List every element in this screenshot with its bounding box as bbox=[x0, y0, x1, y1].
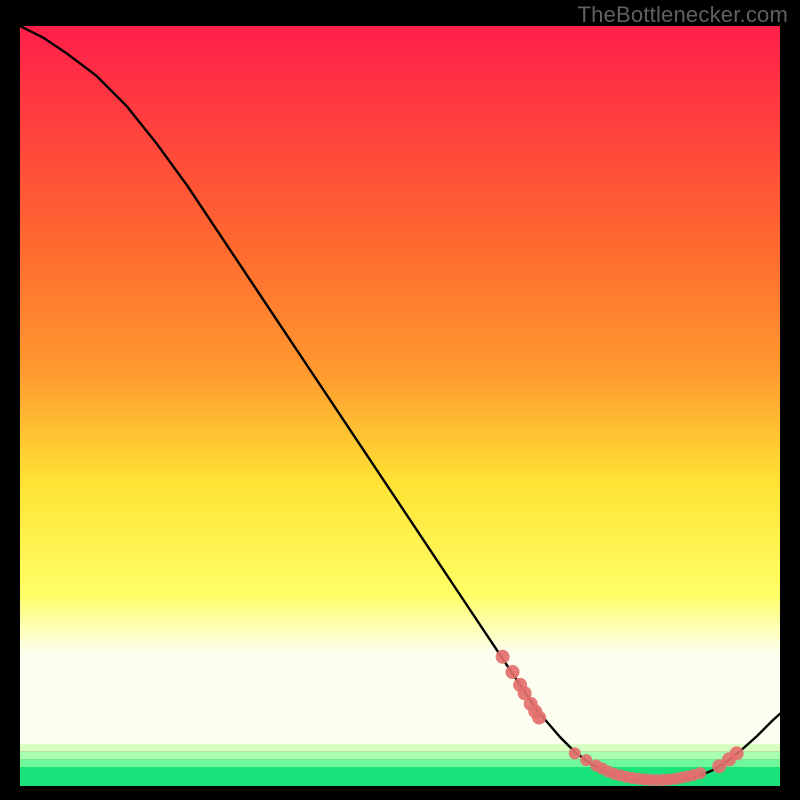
chart-area bbox=[20, 26, 780, 786]
chart-svg bbox=[20, 26, 780, 786]
watermark-text: TheBottlenecker.com bbox=[578, 2, 788, 28]
stage: TheBottlenecker.com bbox=[0, 0, 800, 800]
